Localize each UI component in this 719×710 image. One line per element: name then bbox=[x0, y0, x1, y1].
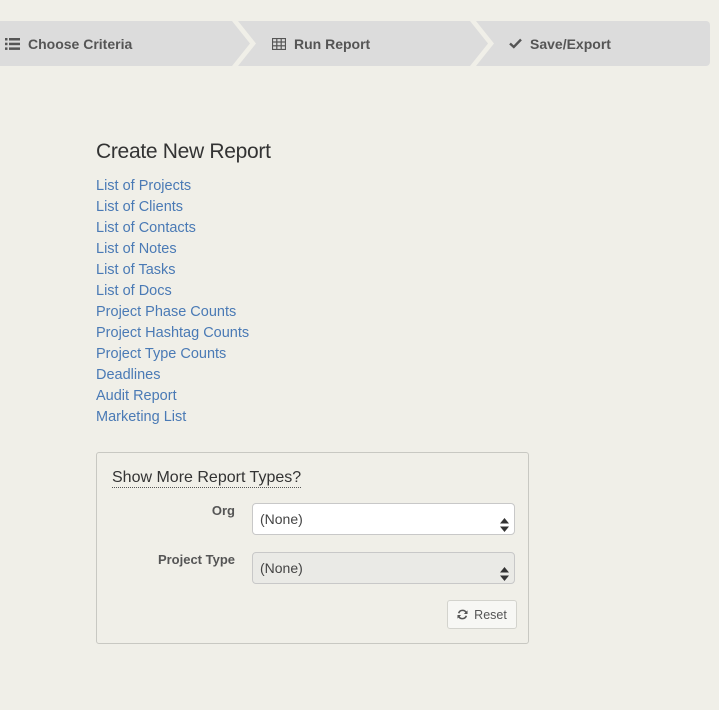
report-type-list: List of Projects List of Clients List of… bbox=[96, 175, 536, 427]
more-report-types-panel: Show More Report Types? Org (None) Proje… bbox=[96, 452, 529, 644]
reset-button[interactable]: Reset bbox=[447, 600, 517, 629]
step-label: Choose Criteria bbox=[28, 35, 133, 52]
org-label: Org bbox=[211, 503, 235, 518]
report-link-project-phase-counts[interactable]: Project Phase Counts bbox=[96, 304, 236, 320]
step-label: Run Report bbox=[294, 35, 371, 52]
org-select[interactable]: (None) bbox=[252, 503, 515, 535]
list-item: List of Docs bbox=[96, 280, 536, 301]
wizard-steps-bar: Choose Criteria Run Report Save/Export bbox=[0, 21, 710, 66]
report-link-list-of-notes[interactable]: List of Notes bbox=[96, 241, 177, 257]
list-item: Marketing List bbox=[96, 406, 536, 427]
page-title: Create New Report bbox=[96, 140, 271, 163]
list-item: Project Phase Counts bbox=[96, 301, 536, 322]
more-report-types-toggle[interactable]: Show More Report Types? bbox=[112, 468, 302, 488]
list-item: List of Tasks bbox=[96, 259, 536, 280]
list-item: Deadlines bbox=[96, 364, 536, 385]
step-save-export[interactable]: Save/Export bbox=[509, 21, 611, 66]
check-icon bbox=[509, 38, 522, 49]
list-item: List of Contacts bbox=[96, 217, 536, 238]
list-item: Audit Report bbox=[96, 385, 536, 406]
list-item: List of Clients bbox=[96, 196, 536, 217]
reset-label: Reset bbox=[474, 607, 507, 622]
report-link-list-of-clients[interactable]: List of Clients bbox=[96, 199, 183, 215]
report-link-list-of-tasks[interactable]: List of Tasks bbox=[96, 262, 176, 278]
refresh-icon bbox=[457, 609, 468, 620]
select-arrows-icon bbox=[500, 512, 509, 542]
org-select-value: (None) bbox=[260, 511, 303, 527]
project-type-select-value: (None) bbox=[260, 560, 303, 576]
report-link-list-of-contacts[interactable]: List of Contacts bbox=[96, 220, 196, 236]
list-icon bbox=[5, 37, 20, 50]
list-item: Project Type Counts bbox=[96, 343, 536, 364]
report-link-list-of-projects[interactable]: List of Projects bbox=[96, 178, 191, 194]
report-link-deadlines[interactable]: Deadlines bbox=[96, 367, 161, 383]
report-link-project-type-counts[interactable]: Project Type Counts bbox=[96, 346, 226, 362]
step-run-report[interactable]: Run Report bbox=[272, 21, 370, 66]
step-label: Save/Export bbox=[530, 35, 611, 52]
step-choose-criteria[interactable]: Choose Criteria bbox=[5, 21, 132, 66]
report-link-project-hashtag-counts[interactable]: Project Hashtag Counts bbox=[96, 325, 249, 341]
report-link-audit-report[interactable]: Audit Report bbox=[96, 388, 177, 404]
select-arrows-icon bbox=[500, 561, 509, 591]
project-type-select[interactable]: (None) bbox=[252, 552, 515, 584]
step-separator bbox=[470, 21, 494, 66]
list-item: List of Notes bbox=[96, 238, 536, 259]
create-report-section: Create New Report List of Projects List … bbox=[96, 137, 536, 427]
report-link-marketing-list[interactable]: Marketing List bbox=[96, 409, 186, 425]
list-item: List of Projects bbox=[96, 175, 536, 196]
project-type-label: Project Type bbox=[157, 552, 235, 567]
table-icon bbox=[272, 37, 286, 50]
report-link-list-of-docs[interactable]: List of Docs bbox=[96, 283, 172, 299]
step-separator bbox=[232, 21, 256, 66]
list-item: Project Hashtag Counts bbox=[96, 322, 536, 343]
